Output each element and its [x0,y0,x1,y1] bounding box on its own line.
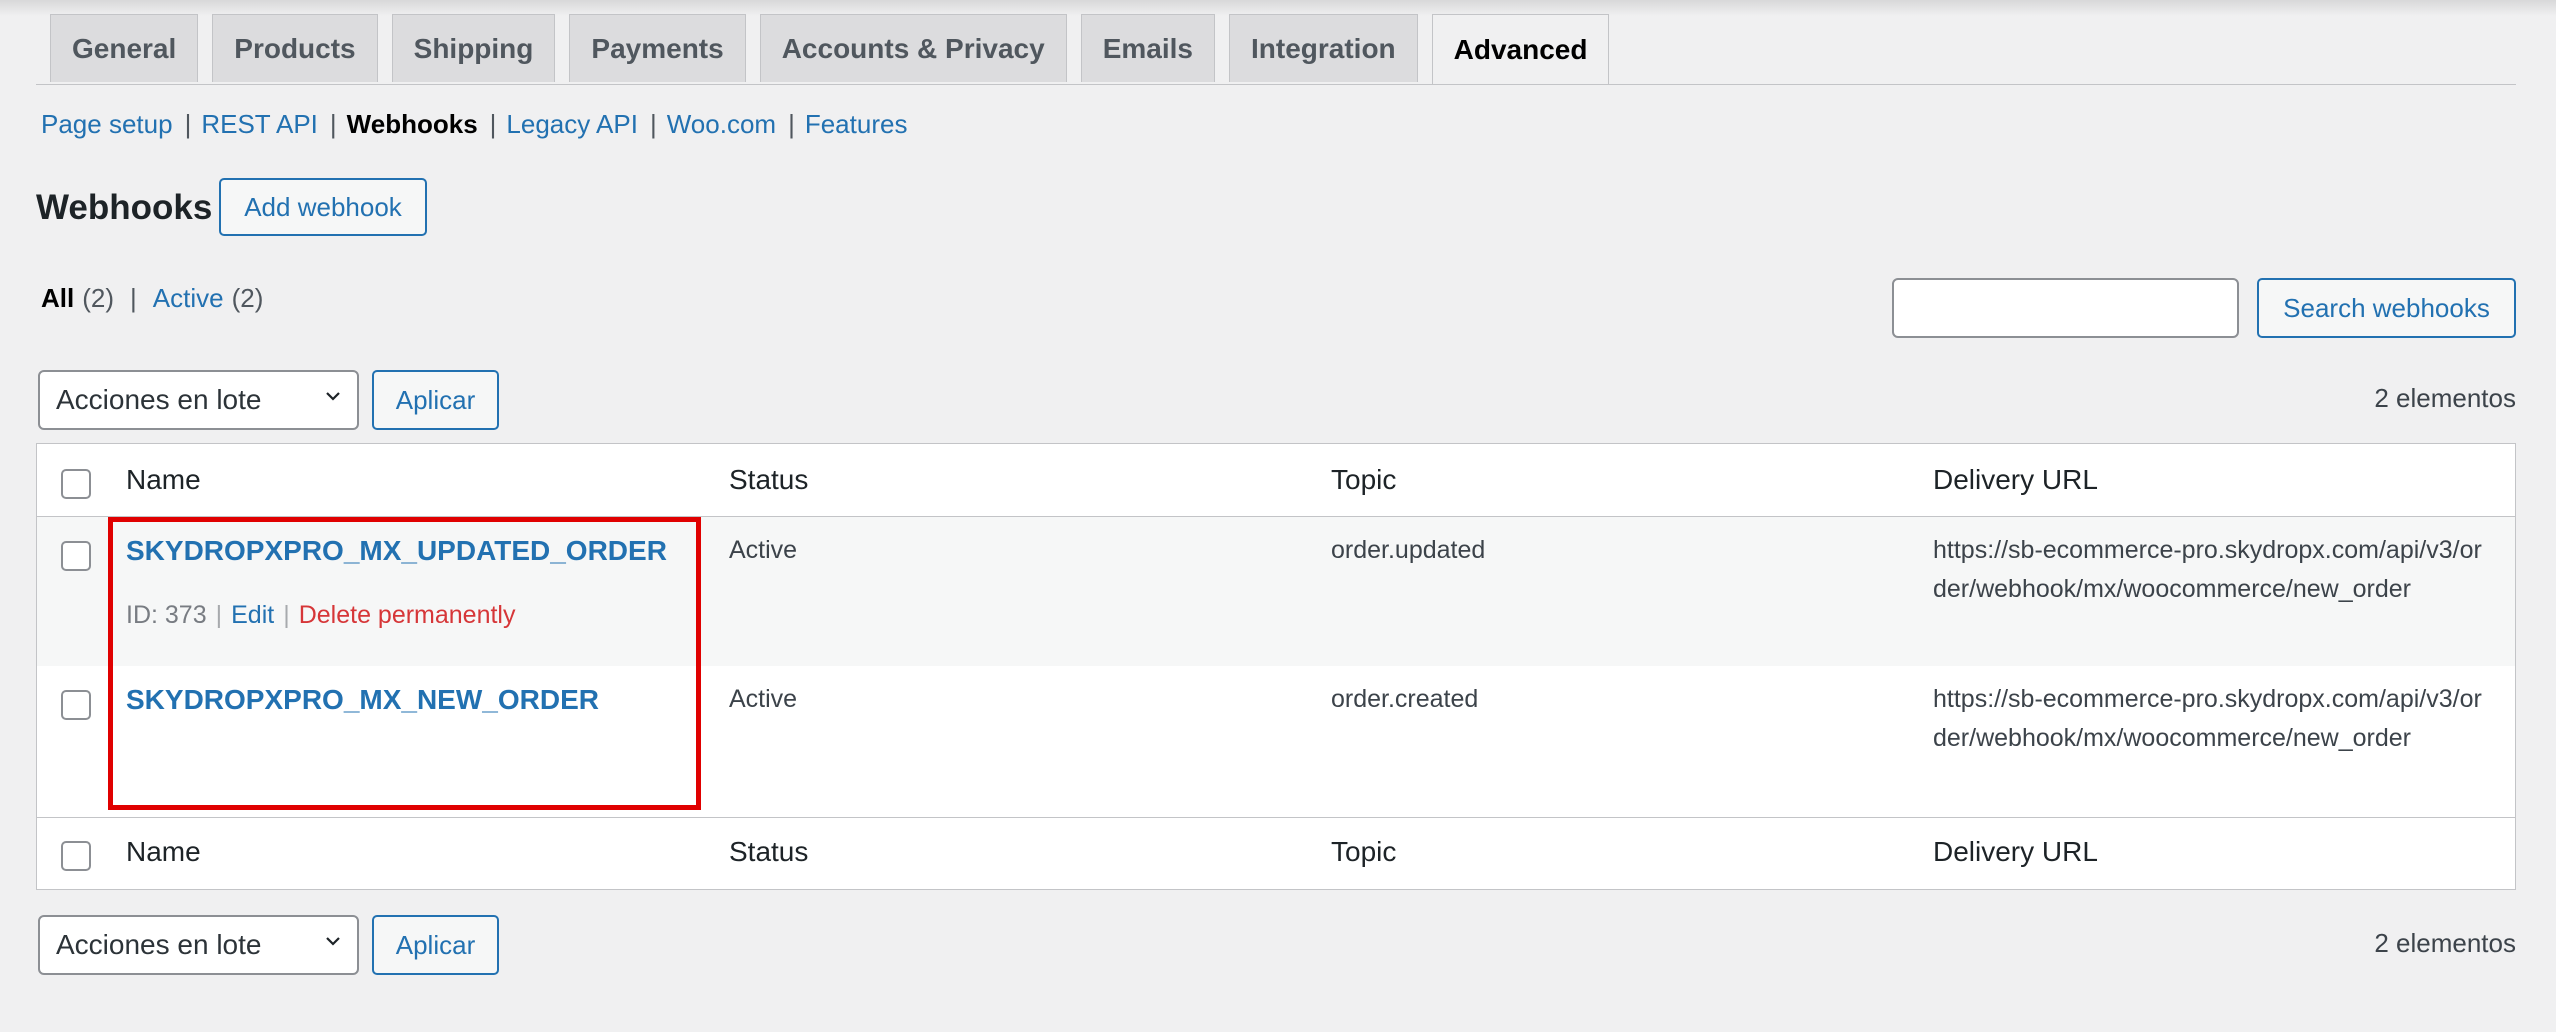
select-all-checkbox[interactable] [61,469,91,499]
bulk-actions-value: Acciones en lote [56,929,262,960]
tab-shipping[interactable]: Shipping [391,14,556,82]
bulk-actions-select[interactable]: Acciones en lote [38,370,359,430]
filter-all-count: (2) [82,283,115,313]
tab-payments[interactable]: Payments [569,14,746,82]
column-status-footer: Status [729,836,809,867]
filter-separator: | [130,283,137,313]
column-topic: Topic [1331,464,1397,495]
chevron-down-icon [326,392,340,401]
webhook-delivery-url: https://sb-ecommerce-pro.skydropx.com/ap… [1933,536,2482,603]
tab-products[interactable]: Products [212,14,378,82]
chevron-down-icon [326,937,340,946]
column-name-footer[interactable]: Name [126,832,201,872]
table-footer-row: Name Status Topic Delivery URL [37,817,2515,890]
column-status: Status [729,464,809,495]
tab-accounts-privacy[interactable]: Accounts & Privacy [759,14,1067,82]
column-delivery-url: Delivery URL [1933,464,2098,495]
tabs-divider [36,84,2516,85]
search-webhooks-button[interactable]: Search webhooks [2257,278,2516,338]
webhook-topic: order.created [1331,685,1479,713]
webhook-status: Active [729,685,798,713]
column-delivery-url-footer: Delivery URL [1933,836,2098,867]
subnav-rest-api[interactable]: REST API [201,106,318,142]
webhook-status: Active [729,536,798,564]
settings-tabs: General Products Shipping Payments Accou… [50,14,1623,84]
bulk-actions-select-bottom[interactable]: Acciones en lote [38,915,359,975]
subnav-legacy-api[interactable]: Legacy API [506,106,638,142]
row-checkbox[interactable] [61,541,91,571]
column-name[interactable]: Name [126,460,201,500]
select-all-checkbox-footer[interactable] [61,841,91,871]
subnav-page-setup[interactable]: Page setup [41,106,173,142]
tab-general[interactable]: General [50,14,199,82]
items-count-bottom: 2 elementos [2374,928,2516,958]
apply-button[interactable]: Aplicar [372,370,499,430]
search-input[interactable] [1892,278,2239,338]
items-count: 2 elementos [2374,383,2516,413]
table-header-row: Name Status Topic Delivery URL [37,444,2515,517]
subnav-separator: | [489,109,497,139]
tab-advanced[interactable]: Advanced [1431,14,1610,84]
subnav-separator: | [184,109,192,139]
tab-emails[interactable]: Emails [1080,14,1215,82]
row-checkbox[interactable] [61,690,91,720]
status-filters: All (2) | Active (2) [41,280,263,316]
column-topic-footer: Topic [1331,836,1397,867]
tab-integration[interactable]: Integration [1228,14,1418,82]
subnav-separator: | [329,109,337,139]
filter-all[interactable]: All [41,280,74,316]
subnav-webhooks[interactable]: Webhooks [347,106,478,142]
filter-active-count: (2) [231,283,264,313]
webhook-delivery-url: https://sb-ecommerce-pro.skydropx.com/ap… [1933,685,2482,752]
sub-navigation: Page setup | REST API | Webhooks | Legac… [41,106,907,142]
subnav-separator: | [788,109,795,139]
highlight-box [108,517,701,810]
apply-button-bottom[interactable]: Aplicar [372,915,499,975]
filter-active[interactable]: Active [153,280,224,316]
bulk-actions-value: Acciones en lote [56,384,262,415]
add-webhook-button[interactable]: Add webhook [219,178,427,236]
page-title: Webhooks [36,188,213,227]
webhook-topic: order.updated [1331,536,1486,564]
subnav-features[interactable]: Features [805,106,908,142]
subnav-woo-com[interactable]: Woo.com [667,106,776,142]
subnav-separator: | [649,109,657,139]
